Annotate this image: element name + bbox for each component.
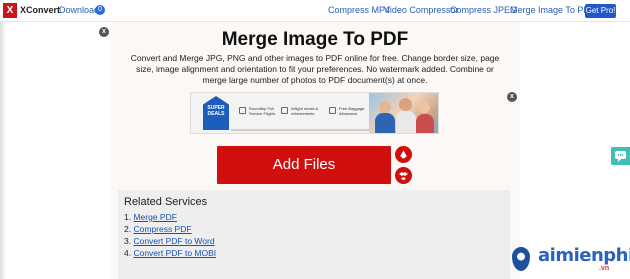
ad-item-flights: Roundtrip Full Service Flights	[249, 106, 276, 116]
ad-banner[interactable]: SUPER DEALS Roundtrip Full Service Fligh…	[190, 92, 439, 134]
list-item-number: 1.	[124, 212, 132, 222]
list-item-number: 4.	[124, 248, 132, 258]
taimienphi-watermark: aimienphi .vn	[508, 243, 630, 277]
close-ad-icon[interactable]: x	[507, 92, 517, 102]
chat-widget-button[interactable]	[611, 147, 630, 165]
google-drive-icon	[400, 150, 407, 159]
related-link-merge-pdf[interactable]: Merge PDF	[133, 212, 176, 222]
chat-icon	[615, 151, 626, 162]
related-link-pdf-to-mobi[interactable]: Convert PDF to MOBI	[133, 248, 216, 258]
get-pro-button[interactable]: Get Pro!	[585, 4, 616, 18]
watermark-pin-icon	[512, 247, 530, 271]
ad-fine-print	[231, 129, 371, 131]
list-item: 4. Convert PDF to MOBI	[124, 248, 216, 258]
nav-link-video-compressor[interactable]: Video Compressor	[384, 5, 458, 15]
list-item: 3. Convert PDF to Word	[124, 236, 215, 246]
list-item: 2. Compress PDF	[124, 224, 192, 234]
watermark-domain: .vn	[599, 265, 610, 272]
downloads-count-badge: 0	[95, 5, 105, 15]
list-item-number: 2.	[124, 224, 132, 234]
ad-super-deals-badge: SUPER DEALS	[203, 96, 229, 130]
ad-item-meals: Inflight meals & refreshments	[291, 106, 319, 116]
close-card-icon[interactable]: x	[99, 27, 109, 37]
top-navigation-bar: X XConvert Downloads 0 Compress MP4 Vide…	[0, 0, 630, 22]
meal-icon	[281, 107, 288, 114]
baggage-icon	[329, 107, 336, 114]
google-drive-upload-button[interactable]	[395, 146, 412, 163]
nav-link-merge-image-to-pdf[interactable]: Merge Image To PDF	[510, 5, 595, 15]
add-files-button[interactable]: Add Files	[217, 146, 391, 184]
watermark-text: aimienphi	[538, 245, 630, 266]
brand-name[interactable]: XConvert	[20, 5, 60, 15]
dropbox-upload-button[interactable]	[395, 167, 412, 184]
related-services-title: Related Services	[124, 196, 208, 208]
nav-link-compress-jpeg[interactable]: Compress JPEG	[450, 5, 517, 15]
nav-link-compress-mp4[interactable]: Compress MP4	[328, 5, 390, 15]
left-edge-shadow	[0, 22, 6, 279]
related-link-pdf-to-word[interactable]: Convert PDF to Word	[133, 236, 214, 246]
xconvert-logo[interactable]: X	[3, 3, 17, 18]
related-link-compress-pdf[interactable]: Compress PDF	[133, 224, 191, 234]
flight-icon	[239, 107, 246, 114]
dropbox-icon	[399, 172, 408, 181]
page-description: Convert and Merge JPG, PNG and other ima…	[130, 53, 500, 85]
list-item-number: 3.	[124, 236, 132, 246]
list-item: 1. Merge PDF	[124, 212, 177, 222]
ad-item-baggage: Free Baggage Allowance	[339, 106, 365, 116]
ad-family-photo	[369, 93, 438, 133]
page-title: Merge Image To PDF	[221, 29, 409, 50]
